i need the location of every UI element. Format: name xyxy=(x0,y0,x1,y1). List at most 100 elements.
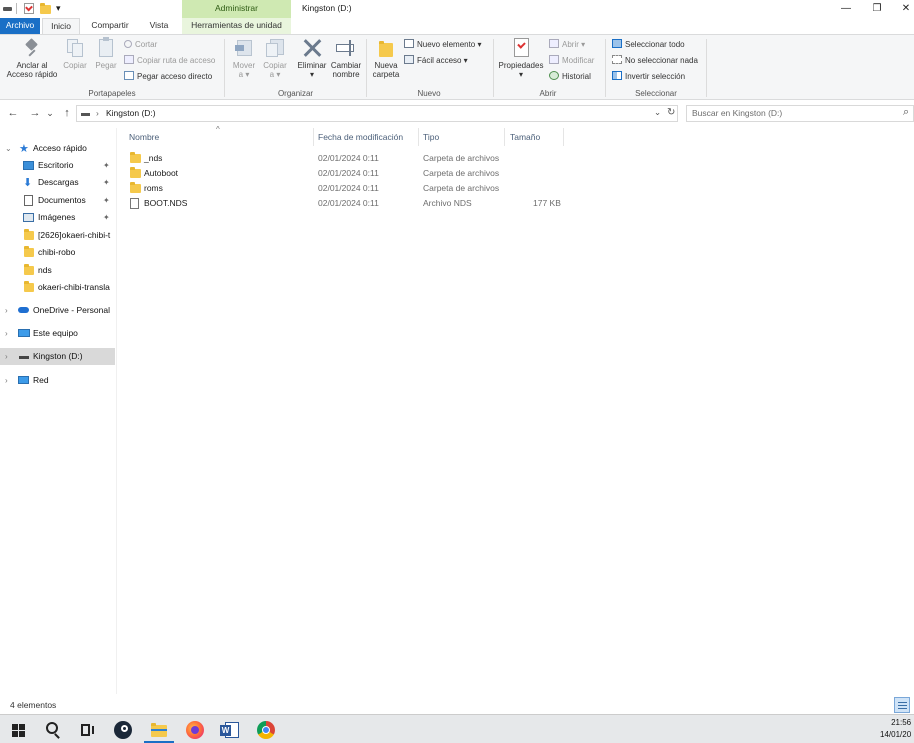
column-divider[interactable] xyxy=(563,128,564,146)
properties-icon xyxy=(510,37,532,59)
open-button[interactable]: Abrir ▾ xyxy=(549,39,585,51)
refresh-button[interactable]: ↻ xyxy=(667,107,675,118)
tab-herramientas-de-unidad[interactable]: Herramientas de unidad xyxy=(182,18,291,34)
search-box[interactable]: Buscar en Kingston (D:) ⌕ xyxy=(686,105,914,122)
chevron-down-icon[interactable]: ⌄ xyxy=(5,140,12,157)
chevron-right-icon[interactable]: › xyxy=(5,372,8,389)
column-divider[interactable] xyxy=(504,128,505,146)
rename-button[interactable]: Cambiar nombre xyxy=(330,37,362,79)
nav-item-folder[interactable]: nds xyxy=(0,262,115,279)
pane-divider[interactable] xyxy=(116,128,117,694)
edit-icon xyxy=(549,55,559,64)
nav-item-folder[interactable]: [2626]okaeri-chibi-t xyxy=(0,227,115,244)
invert-selection-button[interactable]: Invertir selección xyxy=(612,71,685,83)
search-input[interactable]: Buscar en Kingston (D:) xyxy=(692,108,782,118)
column-divider[interactable] xyxy=(418,128,419,146)
rename-icon xyxy=(335,37,357,59)
file-explorer-icon[interactable] xyxy=(148,719,170,741)
search-icon[interactable] xyxy=(42,719,64,741)
nav-onedrive[interactable]: › OneDrive - Personal xyxy=(0,302,115,319)
cut-button[interactable]: Cortar xyxy=(124,39,157,51)
chrome-icon[interactable] xyxy=(255,719,277,741)
tab-archivo[interactable]: Archivo xyxy=(0,18,40,34)
minimize-button[interactable]: — xyxy=(839,2,853,16)
details-view-button[interactable] xyxy=(894,697,910,713)
move-to-button[interactable]: Mover a ▾ xyxy=(229,37,259,79)
select-all-button[interactable]: Seleccionar todo xyxy=(612,39,685,51)
address-bar[interactable]: › Kingston (D:) ⌄ ↻ xyxy=(76,105,678,122)
address-dropdown-icon[interactable]: ⌄ xyxy=(654,107,661,118)
paste-button[interactable]: Pegar xyxy=(92,37,120,70)
copy-button[interactable]: Copiar xyxy=(60,37,90,70)
nav-item-escritorio[interactable]: Escritorio ✦ xyxy=(0,157,115,174)
column-header-tipo[interactable]: Tipo xyxy=(423,128,503,146)
nav-this-pc[interactable]: › Este equipo xyxy=(0,325,115,342)
firefox-icon[interactable] xyxy=(184,719,206,741)
copy-to-button[interactable]: Copiar a ▾ xyxy=(260,37,290,79)
drive-icon xyxy=(3,7,12,11)
download-arrow-icon: ⬇ xyxy=(23,177,33,189)
folder-icon xyxy=(130,182,141,193)
pin-label-line1: Anclar al xyxy=(16,61,48,70)
close-button[interactable]: ✕ xyxy=(899,2,913,16)
table-row[interactable]: BOOT.NDS 02/01/2024 0:11 Archivo NDS 177… xyxy=(118,196,578,211)
tab-vista[interactable]: Vista xyxy=(140,18,178,34)
column-header-nombre[interactable]: Nombre xyxy=(129,128,312,146)
history-button[interactable]: Historial xyxy=(549,71,591,83)
column-header-fecha[interactable]: Fecha de modificación xyxy=(318,128,418,146)
tab-inicio[interactable]: Inicio xyxy=(42,18,80,34)
up-button[interactable]: ↑ xyxy=(60,106,74,120)
column-divider[interactable] xyxy=(313,128,314,146)
table-row[interactable]: roms 02/01/2024 0:11 Carpeta de archivos xyxy=(118,181,578,196)
easy-access-button[interactable]: Fácil acceso ▾ xyxy=(404,55,468,67)
forward-button[interactable]: → xyxy=(28,106,42,120)
qat-dropdown-icon[interactable]: ▾ xyxy=(56,3,61,14)
nav-item-descargas[interactable]: ⬇ Descargas ✦ xyxy=(0,174,115,191)
nav-quick-access[interactable]: ⌄ ★ Acceso rápido xyxy=(0,140,115,157)
new-folder-button[interactable]: Nueva carpeta xyxy=(369,37,403,79)
nav-item-folder[interactable]: chibi-robo xyxy=(0,244,115,261)
move-to-icon xyxy=(233,37,255,59)
delete-button[interactable]: Eliminar ▾ xyxy=(295,37,329,79)
edit-button[interactable]: Modificar xyxy=(549,55,594,67)
recent-locations-button[interactable]: ⌄ xyxy=(43,106,57,120)
steam-icon[interactable] xyxy=(112,719,134,741)
column-header-tamano[interactable]: Tamaño xyxy=(510,128,560,146)
task-view-icon[interactable] xyxy=(76,719,98,741)
chevron-right-icon[interactable]: › xyxy=(5,302,8,319)
chevron-right-icon[interactable]: › xyxy=(5,325,8,342)
properties-button[interactable]: Propiedades ▾ xyxy=(496,37,546,79)
nav-item-imagenes[interactable]: Imágenes ✦ xyxy=(0,209,115,226)
drive-icon xyxy=(81,113,90,116)
new-item-button[interactable]: Nuevo elemento ▾ xyxy=(404,39,482,51)
search-icon[interactable]: ⌕ xyxy=(903,106,909,119)
tab-compartir[interactable]: Compartir xyxy=(84,18,136,34)
nav-drive-kingston[interactable]: › Kingston (D:) xyxy=(0,348,115,365)
nav-item-folder[interactable]: okaeri-chibi-transla xyxy=(0,279,115,296)
nav-item-documentos[interactable]: Documentos ✦ xyxy=(0,192,115,209)
pin-to-quick-access-button[interactable]: Anclar al Acceso rápido xyxy=(2,37,62,79)
qat-new-folder-icon[interactable] xyxy=(40,3,51,14)
select-none-button[interactable]: No seleccionar nada xyxy=(612,55,698,67)
restore-button[interactable]: ❐ xyxy=(870,2,884,16)
back-button[interactable]: ← xyxy=(6,106,20,120)
ribbon-separator xyxy=(224,39,225,97)
nav-network[interactable]: › Red xyxy=(0,372,115,389)
breadcrumb-kingston[interactable]: Kingston (D:) xyxy=(106,108,156,118)
start-windows-icon[interactable] xyxy=(8,719,30,741)
paste-shortcut-button[interactable]: Pegar acceso directo xyxy=(124,71,212,83)
table-row[interactable]: _nds 02/01/2024 0:11 Carpeta de archivos xyxy=(118,151,578,166)
folder-icon xyxy=(24,246,34,257)
word-icon[interactable]: W xyxy=(219,719,241,741)
system-clock[interactable]: 21:56 14/01/20 xyxy=(880,717,911,741)
qat-properties-icon[interactable] xyxy=(24,3,34,14)
table-row[interactable]: Autoboot 02/01/2024 0:11 Carpeta de arch… xyxy=(118,166,578,181)
chevron-right-icon[interactable]: › xyxy=(5,348,8,365)
qat-properties-icon[interactable] xyxy=(16,3,17,14)
folder-icon xyxy=(24,229,34,240)
star-icon: ★ xyxy=(19,143,29,155)
paste-shortcut-icon xyxy=(124,71,134,80)
delete-x-icon xyxy=(301,37,323,59)
file-name: BOOT.NDS xyxy=(144,198,188,208)
copy-path-button[interactable]: Copiar ruta de acceso xyxy=(124,55,215,67)
